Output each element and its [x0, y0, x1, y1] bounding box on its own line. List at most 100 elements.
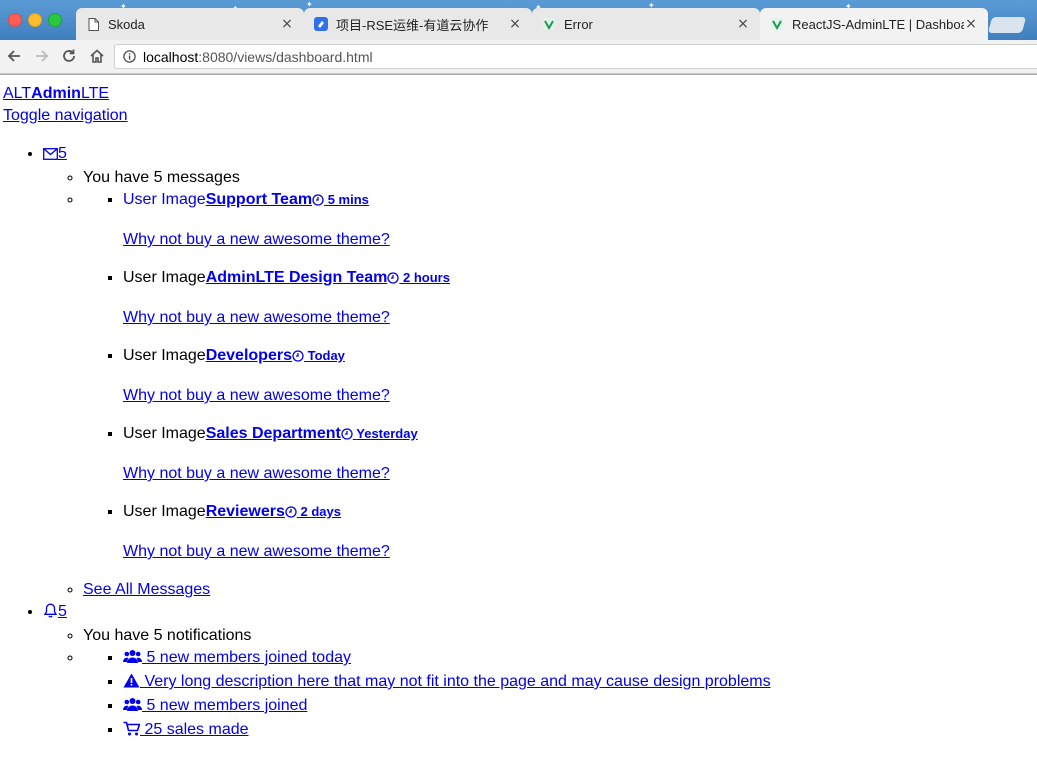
window-minimize-button[interactable] [28, 13, 42, 27]
clock-icon [341, 425, 353, 447]
notification-text: Very long description here that may not … [140, 673, 771, 690]
notifications-list-container: 5 new members joined today Very long des… [83, 647, 1037, 743]
notification-text: 25 sales made [140, 721, 249, 738]
react-icon [542, 17, 556, 31]
message-time[interactable]: 2 hours [387, 269, 450, 286]
user-image: User Image [123, 503, 206, 520]
message-sender[interactable]: Sales Department [206, 425, 341, 442]
notification-item[interactable]: Very long description here that may not … [123, 671, 1037, 695]
message-text[interactable]: Why not buy a new awesome theme? [123, 231, 390, 248]
messages-header: You have 5 messages [83, 167, 1037, 189]
browser-tab-skoda[interactable]: Skoda × [76, 8, 304, 40]
notification-link[interactable]: 25 sales made [123, 721, 249, 738]
back-button[interactable] [4, 46, 24, 66]
user-image: User Image [123, 269, 206, 286]
message-item[interactable]: User ImageAdminLTE Design Team 2 hours W… [123, 267, 1037, 329]
browser-tab-youdao[interactable]: 项目-RSE运维-有道云协作 × [304, 8, 532, 40]
message-time-text: 2 days [300, 504, 341, 519]
notification-item[interactable]: 5 new members joined today [123, 647, 1037, 671]
page-icon [86, 17, 100, 31]
message-text[interactable]: Why not buy a new awesome theme? [123, 387, 390, 404]
browser-toolbar: localhost:8080/views/dashboard.html [0, 40, 1037, 74]
users-icon [123, 697, 142, 719]
arrow-right-icon [36, 50, 49, 62]
messages-toggle[interactable]: 5 [43, 145, 67, 162]
message-text[interactable]: Why not buy a new awesome theme? [123, 543, 390, 560]
notifications-menu: 5 You have 5 notifications 5 new members… [43, 601, 1037, 743]
tab-close-icon[interactable]: × [964, 16, 978, 32]
message-sender[interactable]: Support Team [206, 191, 312, 208]
user-image: User Image [123, 191, 206, 208]
react-icon [770, 17, 784, 31]
message-sender[interactable]: AdminLTE Design Team [206, 269, 388, 286]
browser-tab-strip: ✦ ✦ ✦ ✦ ✦ ✦ Skoda × 项目-RSE运维-有道云协作 × Err… [0, 0, 1037, 40]
logo-link[interactable]: ALTAdminLTE [3, 83, 109, 105]
users-icon [123, 649, 142, 671]
message-text[interactable]: Why not buy a new awesome theme? [123, 309, 390, 326]
notifications-dropdown: You have 5 notifications 5 new members j… [43, 625, 1037, 743]
notification-link[interactable]: 5 new members joined [123, 697, 307, 714]
notifications-toggle[interactable]: 5 [43, 603, 67, 620]
messages-count: 5 [58, 145, 67, 162]
tab-title: 项目-RSE运维-有道云协作 [336, 17, 489, 33]
messages-list-container: User ImageSupport Team 5 mins Why not bu… [83, 189, 1037, 563]
messages-dropdown: You have 5 messages User ImageSupport Te… [43, 167, 1037, 601]
page-content: ALTAdminLTE Toggle navigation 5 You have… [0, 75, 1037, 778]
messages-list: User ImageSupport Team 5 mins Why not bu… [83, 189, 1037, 563]
message-time[interactable]: 5 mins [312, 191, 369, 208]
message-time[interactable]: 2 days [285, 503, 341, 520]
toggle-navigation-link[interactable]: Toggle navigation [3, 107, 128, 124]
user-image: User Image [123, 425, 206, 442]
message-item[interactable]: User ImageSales Department Yesterday Why… [123, 423, 1037, 485]
notifications-count: 5 [58, 603, 67, 620]
notification-item[interactable]: 5 new members joined [123, 695, 1037, 719]
message-item[interactable]: User ImageReviewers 2 days Why not buy a… [123, 501, 1037, 563]
tab-title: Skoda [108, 16, 145, 32]
messages-menu: 5 You have 5 messages User ImageSupport … [43, 143, 1037, 601]
home-icon [90, 49, 104, 63]
browser-tab-error[interactable]: Error × [532, 8, 760, 40]
message-item[interactable]: User ImageDevelopers Today Why not buy a… [123, 345, 1037, 407]
message-sender[interactable]: Developers [206, 347, 292, 364]
user-image: User Image [123, 347, 206, 364]
notification-text: 5 new members joined [142, 697, 308, 714]
message-time[interactable]: Yesterday [341, 425, 418, 442]
message-link[interactable]: User Image [123, 191, 206, 208]
youdao-icon [314, 17, 328, 31]
clock-icon [387, 269, 400, 291]
tab-title: ReactJS-AdminLTE | Dashboard [792, 16, 964, 32]
forward-button[interactable] [32, 46, 52, 66]
reload-button[interactable] [59, 46, 79, 66]
message-time-text: Yesterday [356, 426, 418, 441]
url-host: localhost [143, 48, 199, 65]
notification-link[interactable]: Very long description here that may not … [123, 673, 771, 690]
clock-icon [292, 347, 304, 369]
address-bar[interactable]: localhost:8080/views/dashboard.html [114, 44, 1037, 69]
reload-icon [63, 49, 75, 62]
notification-link[interactable]: 5 new members joined today [123, 649, 351, 666]
notification-item[interactable]: 25 sales made [123, 719, 1037, 743]
arrow-left-icon [7, 50, 20, 62]
tab-close-icon[interactable]: × [280, 16, 294, 32]
window-zoom-button[interactable] [48, 13, 62, 27]
tab-title: Error [564, 16, 593, 32]
see-all-messages-link[interactable]: See All Messages [83, 581, 210, 598]
home-button[interactable] [87, 46, 107, 66]
window-close-button[interactable] [8, 13, 22, 27]
tab-close-icon[interactable]: × [736, 16, 750, 32]
message-text[interactable]: Why not buy a new awesome theme? [123, 465, 390, 482]
new-tab-button[interactable] [987, 17, 1027, 33]
tab-close-icon[interactable]: × [508, 16, 522, 32]
message-sender[interactable]: Reviewers [206, 503, 285, 520]
cart-icon [123, 721, 141, 743]
bell-icon [43, 603, 58, 625]
logo-tail: LTE [80, 85, 110, 102]
message-item[interactable]: User ImageSupport Team 5 mins Why not bu… [123, 189, 1037, 251]
message-time[interactable]: Today [292, 347, 345, 364]
message-time-text: 5 mins [327, 192, 369, 207]
warning-icon [123, 673, 140, 695]
browser-tab-dashboard[interactable]: ReactJS-AdminLTE | Dashboard × [760, 8, 988, 40]
clock-icon [285, 503, 297, 525]
message-time-text: 2 hours [402, 270, 450, 285]
notifications-header: You have 5 notifications [83, 625, 1037, 647]
